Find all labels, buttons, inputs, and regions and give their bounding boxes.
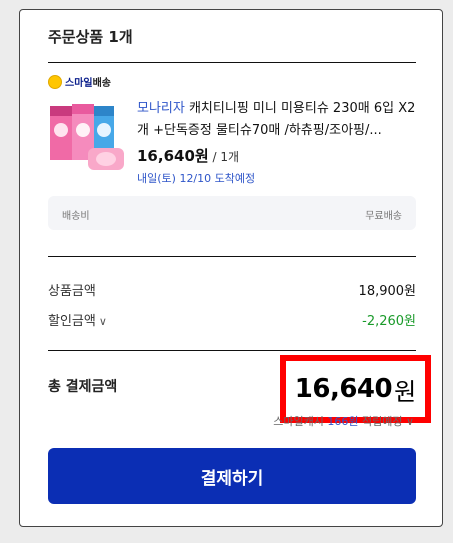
smile-badge-suffix: 배송 [92,78,112,89]
discount-amount-row[interactable]: 할인금액 ∨ -2,260원 [48,310,416,329]
total-payment-label: 총 결제금액 [48,379,118,395]
product-price: 16,640원 [137,147,209,165]
delivery-estimate: 내일(토) 12/10 도착예정 [137,172,256,185]
smile-badge-prefix: 스마일 [65,78,93,89]
product-amount-value: 18,900원 [358,284,416,299]
product-quantity: / 1개 [208,150,240,164]
chevron-down-icon[interactable]: ∨ [99,315,107,328]
product-name[interactable]: 모나리자 캐치티니핑 미니 미용티슈 230매 6입 X2개 +단독증정 물티슈… [137,98,419,142]
divider [48,256,416,257]
discount-amount-value: -2,260원 [362,314,416,329]
total-amount-unit: 원 [394,377,417,406]
product-brand[interactable]: 모나리자 [137,101,185,116]
divider [48,62,416,63]
product-thumbnail[interactable] [48,102,126,174]
pay-button[interactable]: 결제하기 [48,448,416,504]
product-price-line: 16,640원 / 1개 [137,145,239,166]
divider [48,350,416,351]
discount-amount-label[interactable]: 할인금액 [48,314,96,329]
product-amount-label: 상품금액 [48,284,96,299]
shipping-fee-value: 무료배송 [365,211,402,222]
shipping-fee-label: 배송비 [62,211,90,222]
smile-cash-note[interactable]: 스마일캐시 166원 적립예정 ∨ [273,413,414,429]
smile-icon [48,74,62,89]
product-amount-row: 상품금액 18,900원 [48,280,416,299]
smile-delivery-badge: 스마일배송 [48,74,111,89]
total-amount-number: 16,640 [294,374,393,404]
shipping-fee-box: 배송비 무료배송 [48,196,416,230]
order-summary-card: 주문상품 1개 스마일배송 모나리자 캐치티니핑 미니 미용티슈 230매 6입… [19,9,443,527]
smile-cash-amount: 166원 [327,415,359,428]
order-title: 주문상품 1개 [48,28,133,46]
